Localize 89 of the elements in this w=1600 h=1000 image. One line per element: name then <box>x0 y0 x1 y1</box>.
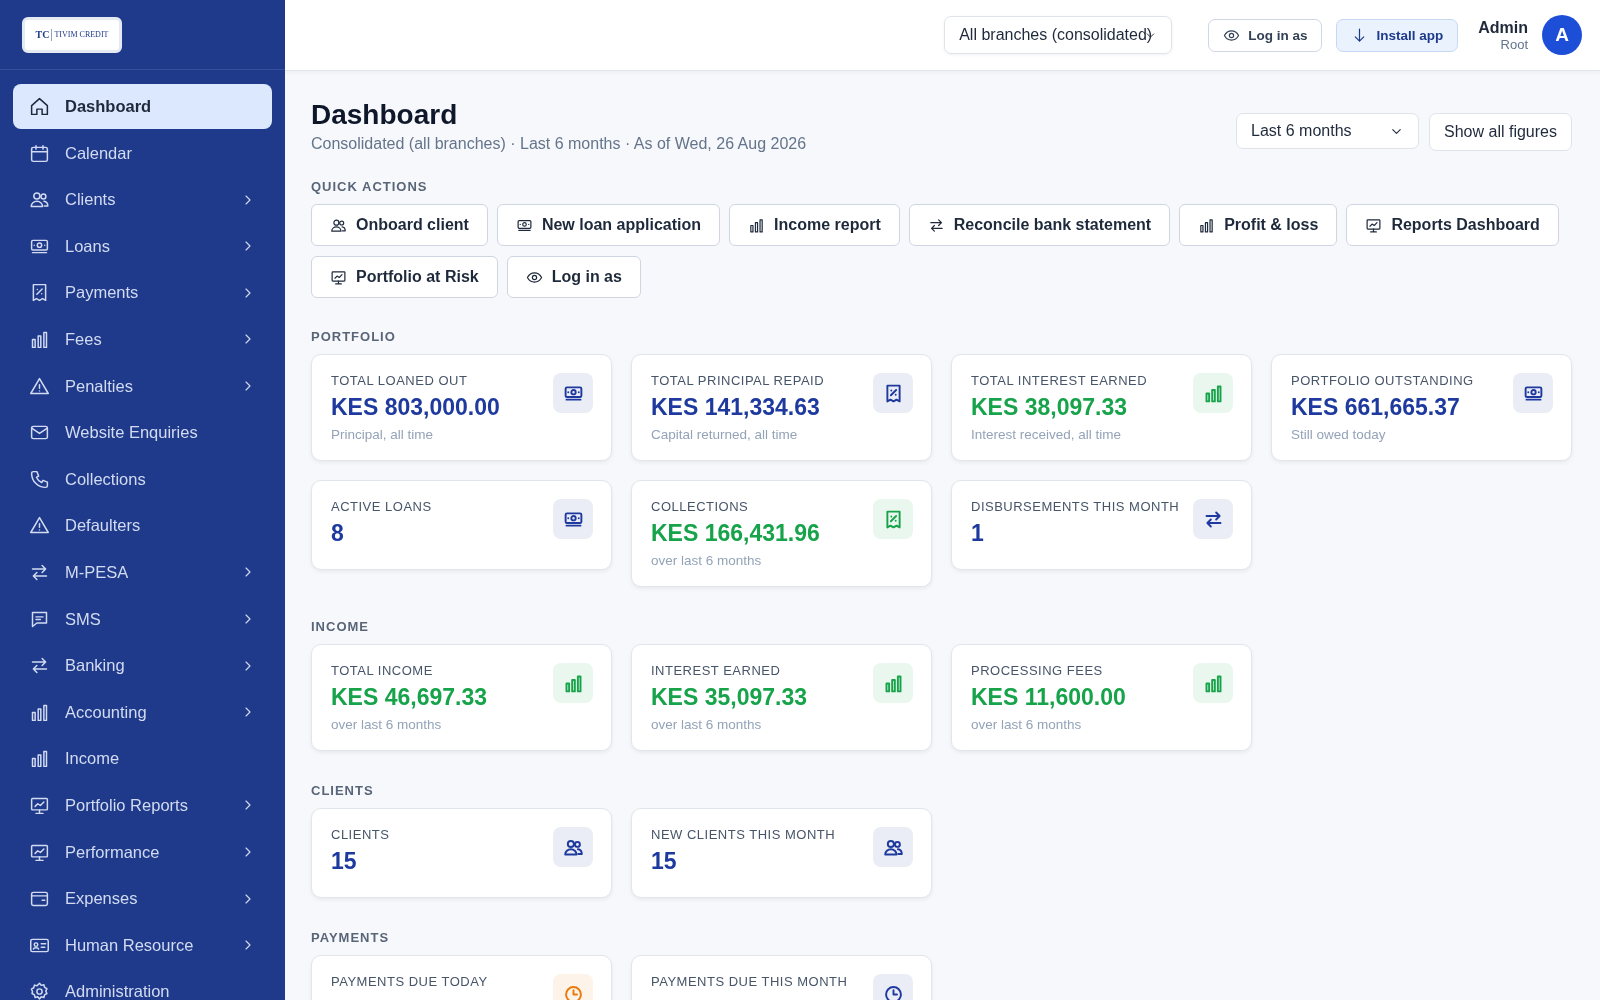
stat-note: over last 6 months <box>651 717 763 732</box>
calendar-icon <box>29 142 50 164</box>
stat-value: KES 661,665.37 <box>1291 394 1461 421</box>
stat-note: over last 6 months <box>331 717 443 732</box>
sidebar-item[interactable]: Fees <box>13 316 272 362</box>
stat-note: Still owed today <box>1291 427 1387 442</box>
stat-label: DISBURSEMENTS THIS MONTH <box>971 499 1180 514</box>
sidebar-item[interactable]: Banking <box>13 643 272 689</box>
quick-action-button[interactable]: Profit & loss <box>1179 204 1338 246</box>
section-title: PAYMENTS <box>311 930 391 945</box>
stat-label: INTEREST EARNED <box>651 663 782 678</box>
bar-chart-icon <box>29 748 50 770</box>
sidebar-item[interactable]: Clients <box>13 177 272 223</box>
logo[interactable]: TC TIVIM CREDIT <box>22 16 122 53</box>
stat-value: 1 <box>971 520 985 547</box>
quick-action-button[interactable]: Onboard client <box>311 204 488 246</box>
quick-action-button[interactable]: Portfolio at Risk <box>311 256 498 298</box>
bar-chart-icon <box>748 216 766 234</box>
stat-label: NEW CLIENTS THIS MONTH <box>651 827 836 842</box>
stat-note: Capital returned, all time <box>651 427 799 442</box>
sidebar-item[interactable]: Income <box>13 736 272 782</box>
stat-value: KES 11,600.00 <box>971 684 1126 711</box>
settings-icon <box>29 981 50 1000</box>
page-title: Dashboard <box>311 99 459 131</box>
stat-note: Principal, all time <box>331 427 435 442</box>
stat-note: Interest received, all time <box>971 427 1123 442</box>
page-subtitle: Consolidated (all branches) · Last 6 months · As of Wed, 26 Aug 2026 <box>311 135 807 153</box>
avatar[interactable]: A <box>1542 15 1582 55</box>
section-title: CLIENTS <box>311 783 375 798</box>
stat-value: KES 803,000.00 <box>331 394 500 421</box>
stat-label: CLIENTS <box>331 827 390 842</box>
log-in-as-button[interactable]: Log in as <box>1208 18 1323 52</box>
stat-label: PROCESSING FEES <box>971 663 1104 678</box>
sidebar-item[interactable]: Loans <box>13 223 272 269</box>
sidebar-item[interactable]: Dashboard <box>13 84 272 129</box>
phone-icon <box>29 468 50 490</box>
quick-action-button[interactable]: Income report <box>729 204 900 246</box>
section-title: PORTFOLIO <box>311 329 397 344</box>
sidebar-item[interactable]: Accounting <box>13 689 272 735</box>
section-title: INCOME <box>311 619 370 634</box>
warning-icon <box>29 375 50 397</box>
sidebar-item[interactable]: Administration <box>13 969 272 1000</box>
sidebar-item[interactable]: Performance <box>13 829 272 875</box>
chart-board-icon <box>330 268 347 286</box>
stat-label: PAYMENTS DUE THIS MONTH <box>651 974 848 989</box>
chart-board-icon <box>1365 216 1383 234</box>
install-app-button[interactable]: Install app <box>1336 18 1459 52</box>
quick-action-button[interactable]: Reports Dashboard <box>1346 204 1559 246</box>
sidebar-item[interactable]: SMS <box>13 596 272 642</box>
stat-label: TOTAL LOANED OUT <box>331 373 469 388</box>
quick-action-button[interactable]: Log in as <box>506 256 641 298</box>
sidebar-item[interactable]: Collections <box>13 456 272 502</box>
stat-note: over last 6 months <box>651 553 763 568</box>
sidebar-item[interactable]: Defaulters <box>13 503 272 549</box>
show-all-figures-button[interactable]: Show all figures <box>1429 113 1572 151</box>
bar-chart-icon <box>1198 216 1216 234</box>
period-select[interactable]: Last 6 months <box>1236 113 1420 149</box>
sidebar-item[interactable]: Website Enquiries <box>13 410 272 456</box>
stat-label: TOTAL INTEREST EARNED <box>971 373 1148 388</box>
sidebar-item[interactable]: Calendar <box>13 130 272 176</box>
stat-label: TOTAL INCOME <box>331 663 434 678</box>
stat-value: KES 38,097.33 <box>971 394 1128 421</box>
stat-value: KES 35,097.33 <box>651 684 807 711</box>
stat-label: PORTFOLIO OUTSTANDING <box>1291 373 1474 388</box>
stat-value: KES 141,334.63 <box>651 394 821 421</box>
branch-select[interactable]: All branches (consolidated) <box>944 16 1173 54</box>
quick-action-button[interactable]: New loan application <box>496 204 721 246</box>
sidebar-item[interactable]: Portfolio Reports <box>13 782 272 828</box>
sidebar-item[interactable]: Expenses <box>13 876 272 922</box>
stat-value: 8 <box>331 520 345 547</box>
sidebar-item[interactable]: Human Resource <box>13 922 272 968</box>
user-role: Root <box>1500 36 1528 52</box>
stat-label: TOTAL PRINCIPAL REPAID <box>651 373 825 388</box>
stat-note: over last 6 months <box>971 717 1083 732</box>
stat-label: ACTIVE LOANS <box>331 499 432 514</box>
stat-value: KES 166,431.96 <box>651 520 820 547</box>
arrows-icon <box>927 216 945 234</box>
stat-label: PAYMENTS DUE TODAY <box>331 974 488 989</box>
user-name: Admin <box>1478 18 1528 37</box>
sidebar-item[interactable]: Payments <box>13 270 272 316</box>
stat-value: KES 46,697.33 <box>331 684 487 711</box>
sidebar-item[interactable]: M-PESA <box>13 549 272 595</box>
stat-value: 15 <box>331 848 358 875</box>
section-title: QUICK ACTIONS <box>311 179 429 194</box>
stat-value: 15 <box>651 848 678 875</box>
sidebar-item[interactable]: Penalties <box>13 363 272 409</box>
quick-action-button[interactable]: Reconcile bank statement <box>908 204 1171 246</box>
stat-label: COLLECTIONS <box>651 499 750 514</box>
house-icon <box>29 96 50 117</box>
